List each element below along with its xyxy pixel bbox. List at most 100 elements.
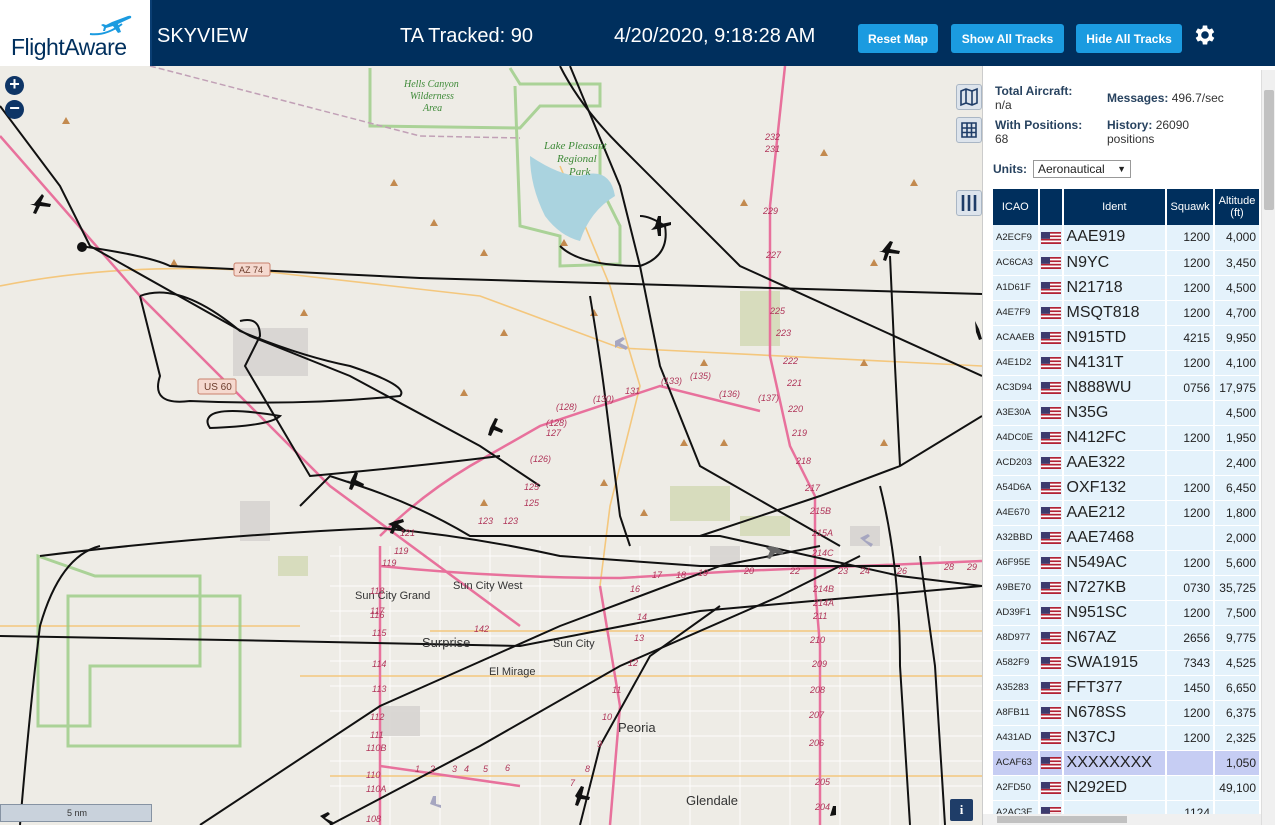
table-row[interactable]: A8FB11 N678SS 1200 6,375 (993, 700, 1261, 726)
map-scale-bar: 5 nm (0, 804, 152, 822)
cell-altitude: 6,450 (1214, 475, 1261, 501)
table-row[interactable]: A1D61F N21718 1200 4,500 (993, 275, 1261, 301)
table-row[interactable]: AC6CA3 N9YC 1200 3,450 (993, 250, 1261, 276)
table-row[interactable]: ACAF63 XXXXXXXX 1,050 (993, 750, 1261, 776)
svg-text:225: 225 (769, 306, 786, 316)
col-flag[interactable] (1038, 189, 1064, 225)
cell-altitude: 5,600 (1214, 550, 1261, 576)
basemap: Hells Canyon Wilderness Area Lake Pleasa… (0, 66, 982, 825)
cell-altitude: 6,375 (1214, 700, 1261, 726)
svg-text:131: 131 (625, 386, 640, 396)
table-row[interactable]: A8D977 N67AZ 2656 9,775 (993, 625, 1261, 651)
table-row[interactable]: AC3D94 N888WU 0756 17,975 (993, 375, 1261, 401)
cell-ident: AAE919 (1062, 225, 1168, 251)
cell-altitude: 9,950 (1214, 325, 1261, 351)
gear-icon[interactable] (1192, 22, 1218, 48)
col-altitude[interactable]: Altitude (ft) (1214, 189, 1261, 225)
map-view[interactable]: Hells Canyon Wilderness Area Lake Pleasa… (0, 66, 982, 825)
col-squawk[interactable]: Squawk (1166, 189, 1216, 225)
cell-flag (1038, 525, 1064, 551)
cell-altitude: 1,050 (1214, 750, 1261, 776)
cell-icao: A4DC0E (993, 425, 1040, 451)
svg-text:111: 111 (370, 730, 384, 740)
cell-altitude: 4,525 (1214, 650, 1261, 676)
cell-squawk (1166, 750, 1216, 776)
us-flag-icon (1040, 732, 1061, 745)
hide-all-tracks-button[interactable]: Hide All Tracks (1076, 24, 1182, 53)
svg-text:214B: 214B (812, 584, 834, 594)
info-button[interactable]: i (950, 799, 973, 821)
table-row[interactable]: A582F9 SWA1915 7343 4,525 (993, 650, 1261, 676)
us-flag-icon (1040, 557, 1061, 570)
zoom-in-button[interactable]: + (5, 75, 24, 95)
svg-text:215A: 215A (811, 528, 833, 538)
units-select[interactable]: Aeronautical ▼ (1033, 160, 1131, 178)
cell-altitude: 4,500 (1214, 400, 1261, 426)
table-row[interactable]: A4E1D2 N4131T 1200 4,100 (993, 350, 1261, 376)
cell-squawk: 1450 (1166, 675, 1216, 701)
table-row[interactable]: A35283 FFT377 1450 6,650 (993, 675, 1261, 701)
cell-flag (1038, 750, 1064, 776)
table-row[interactable]: A431AD N37CJ 1200 2,325 (993, 725, 1261, 751)
table-horizontal-scrollbar[interactable] (983, 814, 1261, 825)
show-all-tracks-button[interactable]: Show All Tracks (951, 24, 1064, 53)
svg-text:119: 119 (394, 546, 408, 556)
map-layers-button[interactable] (956, 84, 982, 110)
cell-icao: A2ECF9 (993, 225, 1040, 251)
table-row[interactable]: A6F95E N549AC 1200 5,600 (993, 550, 1261, 576)
table-row[interactable]: A4DC0E N412FC 1200 1,950 (993, 425, 1261, 451)
cell-flag (1038, 425, 1064, 451)
table-row[interactable]: A4E7F9 MSQT818 1200 4,700 (993, 300, 1261, 326)
grid-icon (961, 122, 977, 138)
cell-icao: ACAF63 (993, 750, 1040, 776)
svg-text:222: 222 (782, 356, 798, 366)
cell-squawk: 0756 (1166, 375, 1216, 401)
cell-flag (1038, 700, 1064, 726)
table-header-row: ICAO Ident Squawk Altitude (ft) (993, 189, 1261, 225)
table-row[interactable]: A3E30A N35G 4,500 (993, 400, 1261, 426)
table-row[interactable]: ACAAEB N915TD 4215 9,950 (993, 325, 1261, 351)
svg-text:207: 207 (808, 710, 825, 720)
scale-label: 5 nm (67, 808, 88, 818)
messages-stat: Messages: 496.7/sec (1107, 91, 1224, 105)
svg-text:11: 11 (612, 685, 621, 695)
aircraft-table-body: A2ECF9 AAE919 1200 4,000 AC6CA3 N9YC 1200 3,450… (993, 225, 1261, 825)
cell-ident: N678SS (1062, 700, 1168, 726)
cell-flag (1038, 500, 1064, 526)
table-row[interactable]: A4E670 AAE212 1200 1,800 (993, 500, 1261, 526)
cell-ident: AAE7468 (1062, 525, 1168, 551)
svg-text:28: 28 (943, 562, 954, 572)
svg-text:110: 110 (366, 770, 380, 780)
table-row[interactable]: ACD203 AAE322 2,400 (993, 450, 1261, 476)
label-regional: Regional (556, 153, 597, 165)
svg-text:(128): (128) (556, 402, 577, 412)
table-row[interactable]: AD39F1 N951SC 1200 7,500 (993, 600, 1261, 626)
svg-text:227: 227 (765, 250, 782, 260)
columns-toggle-button[interactable] (956, 190, 982, 216)
table-row[interactable]: A2FD50 N292ED 49,100 (993, 775, 1261, 801)
cell-flag (1038, 675, 1064, 701)
svg-text:110B: 110B (366, 743, 386, 753)
svg-text:6: 6 (505, 763, 510, 773)
sidebar-scrollbar[interactable] (1261, 70, 1275, 825)
col-icao[interactable]: ICAO (993, 189, 1040, 225)
svg-text:23: 23 (837, 566, 848, 576)
svg-text:(130): (130) (593, 394, 614, 404)
svg-text:22: 22 (789, 566, 800, 576)
table-row[interactable]: A2ECF9 AAE919 1200 4,000 (993, 225, 1261, 251)
table-row[interactable]: A54D6A OXF132 1200 6,450 (993, 475, 1261, 501)
flightaware-logo[interactable]: FlightAware (0, 0, 152, 66)
zoom-out-button[interactable]: − (5, 99, 24, 119)
us-flag-icon (1040, 332, 1061, 345)
svg-text:220: 220 (787, 404, 803, 414)
cell-ident: N4131T (1062, 350, 1168, 376)
grid-toggle-button[interactable] (956, 117, 982, 143)
svg-text:(126): (126) (530, 454, 551, 464)
history-unit: positions (1107, 132, 1155, 146)
cell-squawk: 4215 (1166, 325, 1216, 351)
col-ident[interactable]: Ident (1062, 189, 1168, 225)
table-row[interactable]: A9BE70 N727KB 0730 35,725 (993, 575, 1261, 601)
reset-map-button[interactable]: Reset Map (858, 24, 938, 53)
cell-squawk: 1200 (1166, 700, 1216, 726)
table-row[interactable]: A32BBD AAE7468 2,000 (993, 525, 1261, 551)
